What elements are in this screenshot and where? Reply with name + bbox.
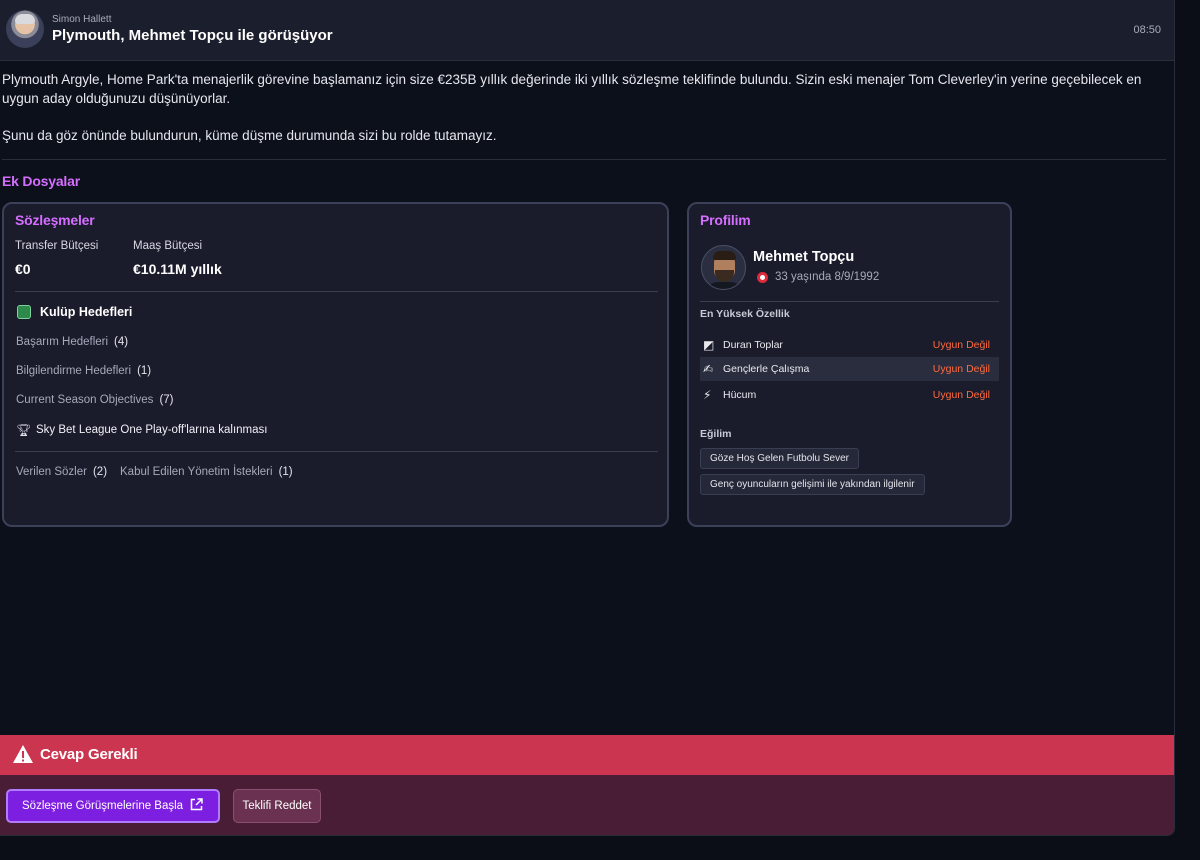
message-paragraph: Şunu da göz önünde bulundurun, küme düşm… — [2, 128, 497, 143]
action-bar: Sözleşme Görüşmelerine Başla Teklifi Red… — [0, 775, 1174, 835]
objective-count: (4) — [114, 336, 129, 348]
attribute-status: Uygun Değil — [932, 339, 990, 351]
promises-count: (2) — [92, 466, 108, 478]
set-pieces-icon: ◩ — [703, 338, 715, 352]
profile-card: Profilim Mehmet Topçu 33 yaşında 8/9/199… — [687, 202, 1012, 527]
start-negotiations-button[interactable]: Sözleşme Görüşmelerine Başla — [6, 789, 220, 823]
manager-age-dob: 33 yaşında 8/9/1992 — [775, 271, 880, 283]
objective-label: Current Season Objectives — [16, 394, 154, 406]
external-link-icon — [190, 798, 203, 811]
requests-count: (1) — [278, 466, 293, 478]
objective-label: Başarım Hedefleri — [16, 336, 109, 348]
nationality-flag-icon — [757, 272, 768, 283]
divider — [15, 451, 658, 452]
trophy-objective: Sky Bet League One Play-off'larına kalın… — [36, 424, 268, 436]
objective-label: Bilgilendirme Hedefleri — [16, 365, 132, 377]
club-badge-icon — [17, 305, 31, 319]
message-time: 08:50 — [1133, 24, 1161, 36]
reject-offer-button[interactable]: Teklifi Reddet — [233, 789, 321, 823]
youth-icon: ✍︎ — [703, 362, 714, 376]
top-attributes-title: En Yüksek Özellik — [700, 308, 790, 320]
manager-name: Mehmet Topçu — [753, 249, 855, 265]
objective-count: (7) — [159, 394, 174, 406]
attachments-title: Ek Dosyalar — [2, 173, 80, 189]
contracts-card: Sözleşmeler Transfer Bütçesi €0 Maaş Büt… — [2, 202, 669, 527]
objective-row-achievement[interactable]: Başarım Hedefleri (4) — [16, 336, 128, 348]
attribute-status: Uygun Değil — [932, 363, 990, 375]
club-objectives-title: Kulüp Hedefleri — [40, 305, 133, 319]
attribute-row[interactable]: ◩ Duran Toplar Uygun Değil — [700, 333, 999, 357]
divider — [700, 301, 999, 302]
attribute-row[interactable]: ⚡︎ Hücum Uygun Değil — [700, 383, 999, 407]
transfer-budget-label: Transfer Bütçesi — [15, 240, 99, 252]
objective-count: (1) — [137, 365, 152, 377]
response-required-text: Cevap Gerekli — [40, 746, 138, 763]
message-body: Plymouth Argyle, Home Park'ta menajerlik… — [2, 70, 1162, 163]
tendencies-title: Eğilim — [700, 428, 732, 440]
promises-link[interactable]: Verilen Sözler (2) — [16, 466, 107, 478]
message-panel: Simon Hallett Plymouth, Mehmet Topçu ile… — [0, 0, 1175, 836]
objective-row-current-season[interactable]: Current Season Objectives (7) — [16, 394, 174, 406]
attribute-name: Gençlerle Çalışma — [723, 363, 810, 375]
objective-row-information[interactable]: Bilgilendirme Hedefleri (1) — [16, 365, 151, 377]
trophy-icon: 🏆︎ — [16, 423, 32, 437]
requests-label: Kabul Edilen Yönetim İstekleri — [120, 466, 273, 478]
attribute-row[interactable]: ✍︎ Gençlerle Çalışma Uygun Değil — [700, 357, 999, 381]
sender-avatar — [6, 10, 44, 48]
attribute-status: Uygun Değil — [932, 389, 990, 401]
wage-budget-label: Maaş Bütçesi — [133, 240, 203, 252]
message-paragraph: Plymouth Argyle, Home Park'ta menajerlik… — [2, 72, 1142, 106]
divider — [15, 291, 658, 292]
attribute-name: Duran Toplar — [723, 339, 783, 351]
tendency-tag: Genç oyuncuların gelişimi ile yakından i… — [700, 474, 925, 495]
start-negotiations-label: Sözleşme Görüşmelerine Başla — [22, 800, 184, 812]
requests-link[interactable]: Kabul Edilen Yönetim İstekleri (1) — [120, 466, 293, 478]
tendency-tag: Göze Hoş Gelen Futbolu Sever — [700, 448, 859, 469]
sender-name: Simon Hallett — [52, 14, 112, 25]
wage-budget-value: €10.11M yıllık — [133, 261, 222, 277]
profile-title: Profilim — [700, 212, 751, 228]
promises-label: Verilen Sözler — [16, 466, 87, 478]
attack-icon: ⚡︎ — [703, 388, 712, 402]
divider — [2, 159, 1166, 160]
transfer-budget-value: €0 — [15, 261, 31, 277]
contracts-title: Sözleşmeler — [15, 212, 95, 228]
warning-icon — [13, 745, 33, 763]
response-required-bar: Cevap Gerekli — [0, 735, 1174, 775]
attribute-name: Hücum — [723, 389, 757, 401]
message-header: Simon Hallett Plymouth, Mehmet Topçu ile… — [0, 0, 1174, 61]
manager-avatar — [701, 245, 746, 290]
message-subject: Plymouth, Mehmet Topçu ile görüşüyor — [52, 27, 333, 44]
